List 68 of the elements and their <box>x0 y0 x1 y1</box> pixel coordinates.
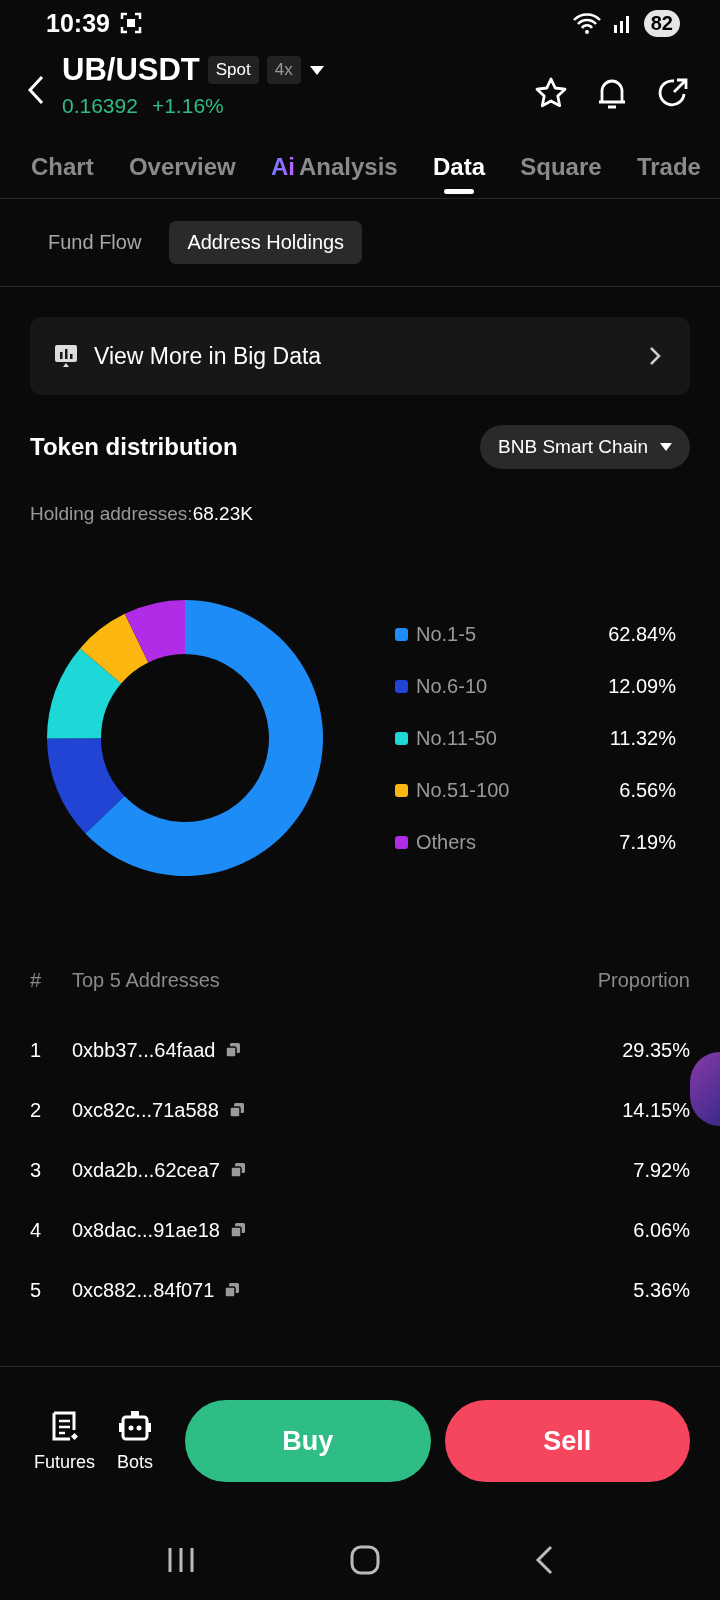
chain-dropdown[interactable]: BNB Smart Chain <box>480 425 690 469</box>
legend-value: 12.09% <box>608 674 676 698</box>
sub-tab[interactable]: Fund Flow <box>30 221 160 264</box>
legend-label: No.11-50 <box>416 726 498 750</box>
legend-value: 6.56% <box>619 778 676 802</box>
robot-icon <box>118 1409 153 1442</box>
leverage-badge: 4x <box>266 56 301 84</box>
rank-cell-text: 3 <box>30 1158 43 1182</box>
legend-value: 7.19% <box>619 830 676 854</box>
assistant-bubble[interactable] <box>690 1052 720 1126</box>
section-title: Token distribution <box>30 433 238 461</box>
legend-label: No.51-100 <box>416 778 511 802</box>
sell-button[interactable]: Sell <box>444 1400 690 1482</box>
pair-title: UB/USDT <box>62 52 200 88</box>
address-cell: 0xc82c...71a588 <box>72 1098 219 1122</box>
dropdown-icon <box>660 443 672 451</box>
copy-icon[interactable] <box>224 1282 241 1298</box>
address-cell: 0xda2b...62cea7 <box>72 1158 220 1182</box>
battery-level: 82 <box>643 9 680 37</box>
tab[interactable]: Chart <box>22 136 103 198</box>
price-change: +1.16% <box>151 94 224 118</box>
dropdown-icon[interactable] <box>308 64 325 76</box>
tab[interactable]: Square <box>511 136 611 198</box>
chevron-right-icon <box>648 345 662 367</box>
tab[interactable]: Data <box>423 136 494 198</box>
tab[interactable]: Ai Analysis <box>261 136 407 198</box>
column-header: Top 5 Addresses <box>72 969 220 991</box>
address-cell: 0xc882...84f071 <box>72 1278 215 1302</box>
shortcut-button[interactable]: Futures <box>30 1409 100 1473</box>
legend-value: 11.32% <box>609 726 676 750</box>
proportion-cell: 6.06% <box>633 1218 690 1242</box>
sub-tab[interactable]: Address Holdings <box>169 221 363 264</box>
copy-icon[interactable] <box>229 1222 246 1238</box>
address-cell: 0xbb37...64faad <box>72 1038 216 1062</box>
copy-icon[interactable] <box>229 1162 246 1178</box>
rank-cell-text: 1 <box>30 1038 43 1062</box>
proportion-cell: 7.92% <box>633 1158 690 1182</box>
chart-icon <box>54 344 78 368</box>
column-header: # <box>30 969 43 992</box>
proportion-cell: 14.15% <box>622 1098 690 1122</box>
copy-icon[interactable] <box>225 1042 242 1058</box>
tab[interactable]: Overview <box>119 136 245 198</box>
legend-label: No.1-5 <box>416 622 478 646</box>
rank-cell-text: 5 <box>30 1278 43 1302</box>
recents-icon[interactable] <box>167 1547 196 1573</box>
screenshot-icon <box>119 12 142 34</box>
proportion-cell: 5.36% <box>633 1278 690 1302</box>
back-icon[interactable] <box>534 1545 553 1575</box>
proportion-cell: 29.35% <box>622 1038 690 1062</box>
legend-label: Others <box>416 830 478 854</box>
tab[interactable]: Trade <box>627 136 710 198</box>
market-badge: Spot <box>207 56 259 84</box>
legend-value: 62.84% <box>608 622 676 646</box>
shortcut-button[interactable]: Bots <box>113 1409 158 1473</box>
legend-label: No.6-10 <box>416 674 489 698</box>
status-time: 10:39 <box>46 8 110 38</box>
copy-icon[interactable] <box>228 1102 245 1118</box>
back-icon[interactable] <box>26 74 46 106</box>
home-icon[interactable] <box>350 1545 380 1575</box>
wifi-icon <box>571 11 602 35</box>
column-header: Proportion <box>597 969 690 992</box>
rank-cell-text: 2 <box>30 1098 43 1122</box>
big-data-link[interactable]: View More in Big Data <box>30 317 690 395</box>
address-cell: 0x8dac...91ae18 <box>72 1218 220 1242</box>
last-price: 0.16392 <box>62 94 138 118</box>
holding-addresses: Holding addresses:68.23K <box>29 503 254 525</box>
rank-cell-text: 4 <box>30 1218 43 1242</box>
star-icon[interactable] <box>534 76 568 110</box>
